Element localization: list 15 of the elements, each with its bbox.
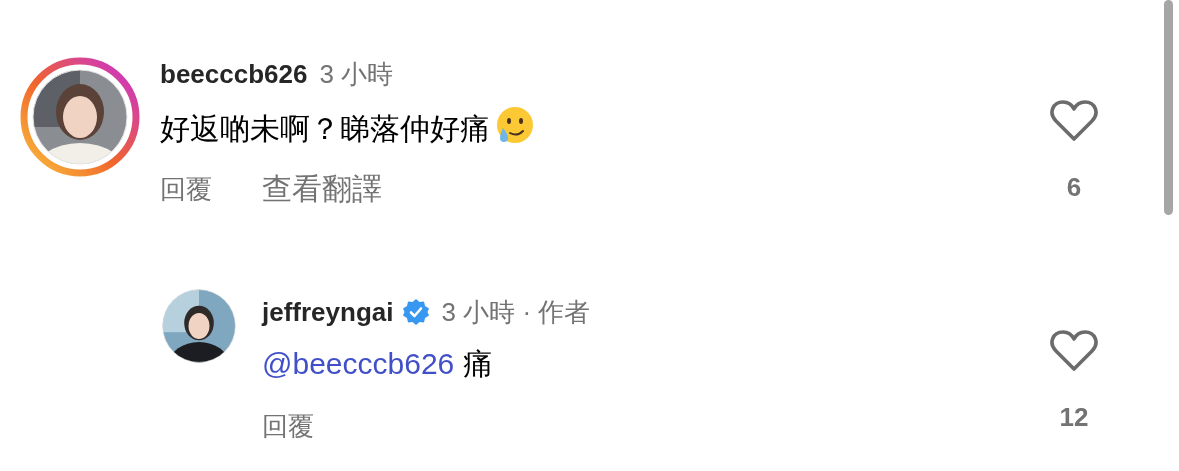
reply-button[interactable]: 回覆 [160,167,212,211]
comment-text: 好返啲未啊？睇落仲好痛 [160,112,490,145]
like-count: 6 [1066,173,1082,201]
username[interactable]: beecccb626 [160,58,308,90]
username[interactable]: jeffreyngai [262,296,394,328]
scrollbar-thumb[interactable] [1164,0,1173,215]
see-translation-button[interactable]: 查看翻譯 [262,167,382,211]
like-count: 12 [1059,403,1089,431]
comment-time: 3 小時 · 作者 [441,296,591,328]
heart-icon[interactable] [1050,329,1098,373]
comment-time: 3 小時 [319,58,394,90]
comment-text: 痛 [461,347,493,380]
reply-button[interactable]: 回覆 [262,404,314,448]
heart-icon[interactable] [1050,99,1098,143]
mention-link[interactable]: @beecccb626 [262,347,455,380]
